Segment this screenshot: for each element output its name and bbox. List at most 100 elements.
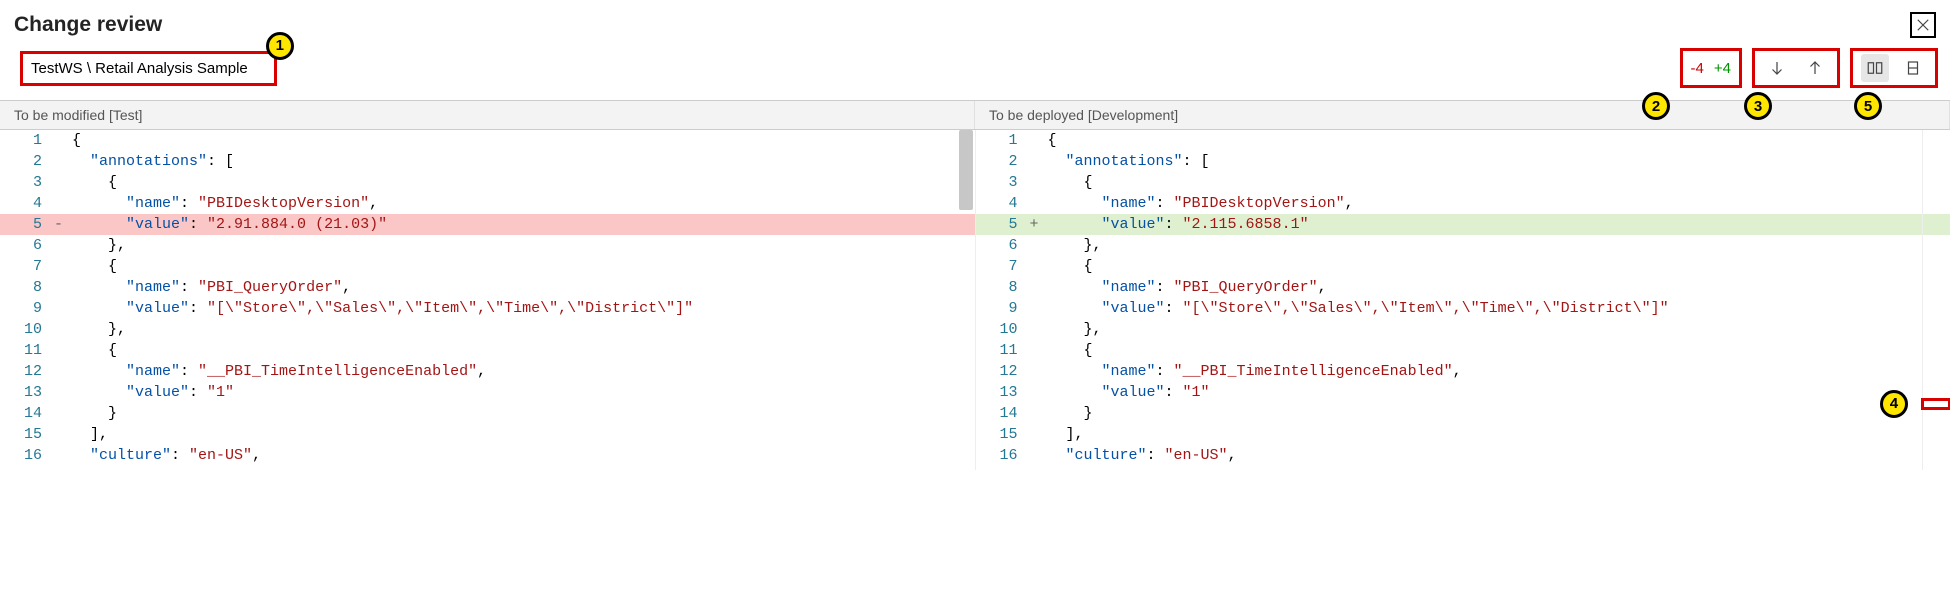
code-line[interactable]: 4 "name": "PBIDesktopVersion",: [0, 193, 975, 214]
next-diff-button[interactable]: [1763, 54, 1791, 82]
diff-marker: [1030, 424, 1044, 445]
breadcrumb-text: TestWS \ Retail Analysis Sample: [31, 60, 248, 77]
side-by-side-view-button[interactable]: [1861, 54, 1889, 82]
minimap-marker: [1921, 398, 1950, 410]
line-number: 7: [976, 256, 1030, 277]
right-diff-pane[interactable]: 1{2 "annotations": [3 {4 "name": "PBIDes…: [976, 130, 1950, 470]
code-line[interactable]: 6 },: [976, 235, 1950, 256]
code-line[interactable]: 10 },: [0, 319, 975, 340]
diff-marker: [54, 256, 68, 277]
code-text: },: [1044, 235, 1950, 256]
code-line[interactable]: 9 "value": "[\"Store\",\"Sales\",\"Item\…: [976, 298, 1950, 319]
code-text: "value": "1": [68, 382, 975, 403]
code-text: ],: [68, 424, 975, 445]
code-line[interactable]: 8 "name": "PBI_QueryOrder",: [976, 277, 1950, 298]
diff-marker: [1030, 193, 1044, 214]
code-line[interactable]: 14 }: [976, 403, 1950, 424]
code-text: "annotations": [: [1044, 151, 1950, 172]
diff-marker: [54, 235, 68, 256]
code-line[interactable]: 5- "value": "2.91.884.0 (21.03)": [0, 214, 975, 235]
line-number: 13: [0, 382, 54, 403]
code-line[interactable]: 3 {: [976, 172, 1950, 193]
code-text: "value": "[\"Store\",\"Sales\",\"Item\",…: [1044, 298, 1950, 319]
code-line[interactable]: 6 },: [0, 235, 975, 256]
diff-marker: [1030, 256, 1044, 277]
diff-removed-count: -4: [1691, 60, 1704, 77]
code-text: }: [68, 403, 975, 424]
diff-nav-group: [1752, 48, 1840, 88]
code-line[interactable]: 16 "culture": "en-US",: [0, 445, 975, 466]
diff-marker: [54, 130, 68, 151]
minimap[interactable]: [1922, 130, 1950, 470]
diff-marker: -: [54, 214, 68, 235]
diff-marker: [1030, 277, 1044, 298]
diff-marker: [54, 172, 68, 193]
code-line[interactable]: 16 "culture": "en-US",: [976, 445, 1950, 466]
code-line[interactable]: 7 {: [0, 256, 975, 277]
code-line[interactable]: 8 "name": "PBI_QueryOrder",: [0, 277, 975, 298]
line-number: 4: [976, 193, 1030, 214]
line-number: 16: [976, 445, 1030, 466]
code-text: {: [68, 340, 975, 361]
code-line[interactable]: 7 {: [976, 256, 1950, 277]
side-by-side-view-icon: [1866, 59, 1884, 77]
code-line[interactable]: 1{: [0, 130, 975, 151]
left-scrollbar[interactable]: [957, 130, 975, 470]
code-line[interactable]: 12 "name": "__PBI_TimeIntelligenceEnable…: [976, 361, 1950, 382]
line-number: 11: [0, 340, 54, 361]
inline-view-button[interactable]: [1899, 54, 1927, 82]
code-text: "name": "__PBI_TimeIntelligenceEnabled",: [68, 361, 975, 382]
code-line[interactable]: 4 "name": "PBIDesktopVersion",: [976, 193, 1950, 214]
diff-marker: [54, 361, 68, 382]
code-line[interactable]: 15 ],: [0, 424, 975, 445]
code-line[interactable]: 15 ],: [976, 424, 1950, 445]
line-number: 11: [976, 340, 1030, 361]
code-text: {: [1044, 256, 1950, 277]
code-text: "value": "1": [1044, 382, 1950, 403]
code-line[interactable]: 11 {: [976, 340, 1950, 361]
line-number: 12: [0, 361, 54, 382]
code-line[interactable]: 5+ "value": "2.115.6858.1": [976, 214, 1950, 235]
code-text: "culture": "en-US",: [1044, 445, 1950, 466]
callout-2: 2: [1642, 92, 1670, 120]
code-line[interactable]: 3 {: [0, 172, 975, 193]
line-number: 10: [0, 319, 54, 340]
line-number: 9: [0, 298, 54, 319]
arrow-down-icon: [1768, 59, 1786, 77]
code-line[interactable]: 12 "name": "__PBI_TimeIntelligenceEnable…: [0, 361, 975, 382]
diff-marker: [1030, 382, 1044, 403]
code-line[interactable]: 11 {: [0, 340, 975, 361]
line-number: 2: [0, 151, 54, 172]
diff-marker: [1030, 235, 1044, 256]
code-text: },: [1044, 319, 1950, 340]
close-icon: [1914, 16, 1932, 34]
code-line[interactable]: 1{: [976, 130, 1950, 151]
code-text: {: [68, 256, 975, 277]
line-number: 3: [0, 172, 54, 193]
diff-marker: [1030, 319, 1044, 340]
code-line[interactable]: 9 "value": "[\"Store\",\"Sales\",\"Item\…: [0, 298, 975, 319]
left-pane-header: To be modified [Test]: [0, 101, 975, 129]
scrollbar-thumb[interactable]: [959, 130, 973, 210]
diff-marker: +: [1030, 214, 1044, 235]
code-text: {: [68, 172, 975, 193]
prev-diff-button[interactable]: [1801, 54, 1829, 82]
code-line[interactable]: 13 "value": "1": [976, 382, 1950, 403]
code-line[interactable]: 2 "annotations": [: [0, 151, 975, 172]
left-diff-pane[interactable]: 1{2 "annotations": [3 {4 "name": "PBIDes…: [0, 130, 976, 470]
code-line[interactable]: 10 },: [976, 319, 1950, 340]
toolbar: TestWS \ Retail Analysis Sample 1 -4 +4: [0, 42, 1950, 94]
view-mode-group: [1850, 48, 1938, 88]
code-line[interactable]: 14 }: [0, 403, 975, 424]
code-line[interactable]: 2 "annotations": [: [976, 151, 1950, 172]
code-text: "name": "PBIDesktopVersion",: [68, 193, 975, 214]
code-text: "annotations": [: [68, 151, 975, 172]
close-button[interactable]: [1910, 12, 1936, 38]
dialog-title: Change review: [14, 13, 162, 37]
code-text: },: [68, 235, 975, 256]
line-number: 1: [0, 130, 54, 151]
code-text: }: [1044, 403, 1950, 424]
code-line[interactable]: 13 "value": "1": [0, 382, 975, 403]
diff-marker: [1030, 445, 1044, 466]
diff-marker: [54, 424, 68, 445]
